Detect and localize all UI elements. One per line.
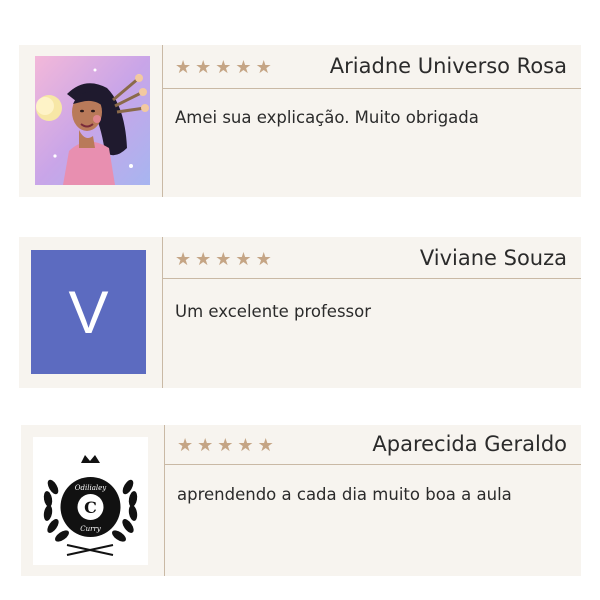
- star-icon: ★: [215, 57, 232, 78]
- logo-letter: C: [84, 498, 97, 517]
- logo-text-bottom: Curry: [80, 525, 102, 533]
- review-card-3: C Odilialey Curry ★ ★ ★ ★ ★ Aparecida Ge…: [21, 425, 581, 576]
- star-icon: ★: [235, 57, 252, 78]
- review-card-2: V ★ ★ ★ ★ ★ Viviane Souza Um excelente p…: [19, 237, 581, 388]
- avatar-cell: [19, 45, 163, 197]
- review-header: ★ ★ ★ ★ ★ Ariadne Universo Rosa: [163, 45, 581, 89]
- star-icon: ★: [175, 249, 192, 270]
- star-icon: ★: [215, 249, 232, 270]
- star-icon: ★: [235, 249, 252, 270]
- star-rating: ★ ★ ★ ★ ★: [177, 437, 274, 455]
- review-header: ★ ★ ★ ★ ★ Viviane Souza: [163, 237, 581, 279]
- star-icon: ★: [195, 57, 212, 78]
- star-rating: ★ ★ ★ ★ ★: [175, 251, 272, 269]
- reviewer-name: Aparecida Geraldo: [372, 432, 567, 456]
- avatar: V: [31, 250, 146, 374]
- woman-portrait-illustration-icon: [35, 56, 150, 185]
- avatar: C Odilialey Curry: [33, 437, 148, 565]
- reviewer-name: Viviane Souza: [419, 246, 567, 270]
- star-icon: ★: [255, 249, 272, 270]
- star-icon: ★: [175, 57, 192, 78]
- star-icon: ★: [217, 435, 234, 456]
- star-icon: ★: [197, 435, 214, 456]
- logo-text-top: Odilialey: [75, 484, 107, 492]
- star-rating: ★ ★ ★ ★ ★: [175, 59, 272, 77]
- review-comment: Amei sua explicação. Muito obrigada: [175, 108, 479, 127]
- star-icon: ★: [255, 57, 272, 78]
- review-comment: Um excelente professor: [175, 302, 372, 321]
- avatar-cell: C Odilialey Curry: [21, 425, 165, 576]
- avatar: [35, 56, 150, 185]
- star-icon: ★: [177, 435, 194, 456]
- review-comment: aprendendo a cada dia muito boa a aula: [177, 485, 512, 504]
- star-icon: ★: [257, 435, 274, 456]
- review-header: ★ ★ ★ ★ ★ Aparecida Geraldo: [165, 425, 581, 465]
- star-icon: ★: [237, 435, 254, 456]
- reviewer-name: Ariadne Universo Rosa: [329, 54, 567, 78]
- review-card-1: ★ ★ ★ ★ ★ Ariadne Universo Rosa Amei sua…: [19, 45, 581, 197]
- star-icon: ★: [195, 249, 212, 270]
- laurel-crown-logo-icon: C Odilialey Curry: [33, 437, 148, 565]
- avatar-letter: V: [68, 278, 109, 346]
- avatar-cell: V: [19, 237, 163, 388]
